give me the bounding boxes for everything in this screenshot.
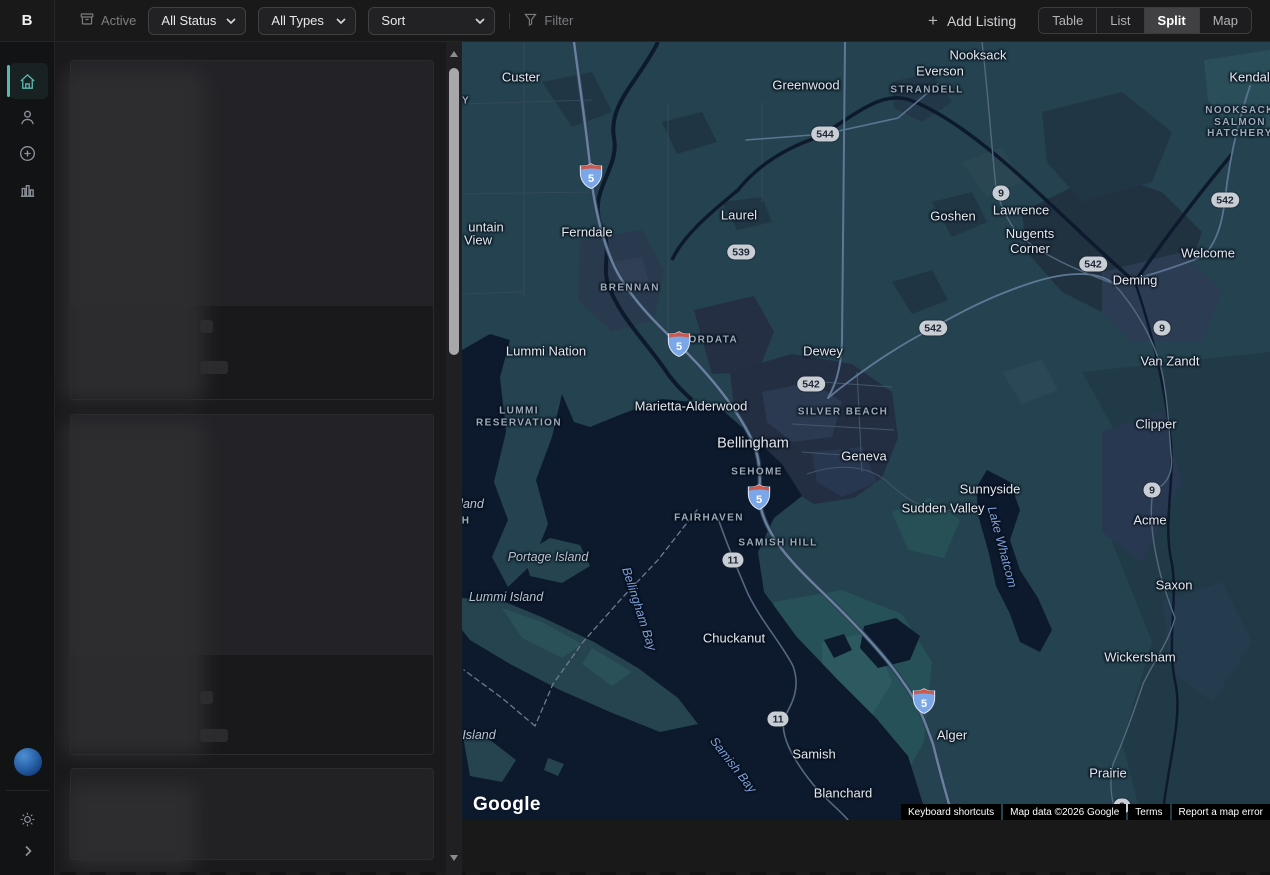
funnel-icon [524, 13, 537, 29]
map-attribution: Keyboard shortcutsMap data ©2026 GoogleT… [901, 804, 1270, 820]
svg-text:5: 5 [676, 341, 682, 353]
sidebar-divider [6, 790, 49, 791]
below-map-filler [462, 820, 1270, 875]
plus-icon: + [928, 12, 938, 29]
attribution-item[interactable]: Terms [1128, 804, 1169, 820]
type-filter[interactable]: All Types [259, 13, 352, 28]
type-filter-select[interactable]: All Types [258, 7, 356, 35]
sidebar-item-add[interactable] [0, 134, 55, 172]
app-logo[interactable]: B [0, 0, 55, 42]
add-listing-button[interactable]: + Add Listing [928, 12, 1016, 29]
svg-text:5: 5 [921, 698, 927, 710]
sun-icon [19, 811, 36, 828]
route-badge: 542 [1079, 257, 1107, 272]
home-icon [18, 72, 37, 91]
route-badge: 9 [1144, 483, 1161, 498]
person-icon [18, 108, 37, 127]
scroll-up-arrow[interactable] [450, 51, 458, 57]
view-mode-switcher: Table List Split Map [1038, 7, 1252, 34]
top-toolbar: B Active All Status All Types Sort [0, 0, 1270, 42]
scrollbar-thumb[interactable] [449, 68, 459, 355]
status-filter-select[interactable]: All Status [148, 7, 246, 35]
svg-text:5: 5 [756, 494, 762, 506]
blurred-listing-content [69, 784, 197, 870]
route-badge: 542 [919, 321, 947, 336]
blurred-listing-content [63, 70, 205, 402]
status-filter[interactable]: All Status [149, 13, 244, 28]
interstate-shield: 5 [747, 484, 772, 511]
toolbar-divider [509, 13, 510, 29]
sidebar-nav [0, 42, 55, 875]
interstate-shield: 5 [912, 688, 937, 715]
route-badge: 9 [1154, 321, 1171, 336]
theme-toggle-button[interactable] [0, 803, 55, 835]
blurred-listing-content [63, 420, 205, 756]
user-avatar[interactable] [14, 748, 42, 776]
route-badge: 539 [727, 245, 755, 260]
attribution-item: Map data ©2026 Google [1003, 804, 1126, 820]
add-listing-label: Add Listing [947, 13, 1016, 29]
sort-select[interactable]: Sort [368, 7, 495, 35]
interstate-shield: 5 [579, 163, 604, 190]
chevron-right-icon [21, 844, 35, 858]
filter-label: Filter [544, 13, 573, 28]
bar-chart-icon [18, 180, 37, 199]
view-list-button[interactable]: List [1097, 8, 1144, 33]
archive-icon [80, 12, 94, 29]
sidebar-item-contacts[interactable] [0, 98, 55, 136]
sidebar-expand-button[interactable] [0, 835, 55, 867]
active-filter-toggle[interactable]: Active [80, 12, 136, 29]
map-canvas[interactable]: CusterNooksackEversonGreenwoodKendallLau… [462, 42, 1270, 820]
filter-button[interactable]: Filter [524, 13, 573, 29]
active-filter-label: Active [101, 13, 136, 28]
sidebar-item-home[interactable] [0, 62, 55, 100]
svg-text:5: 5 [588, 173, 594, 185]
interstate-shield: 5 [667, 331, 692, 358]
sort-filter[interactable]: Sort [369, 13, 494, 28]
map-terrain [462, 42, 1270, 820]
attribution-item[interactable]: Report a map error [1172, 804, 1270, 820]
route-badge: 9 [993, 186, 1010, 201]
route-badge: 11 [722, 553, 743, 568]
route-badge: 542 [797, 377, 825, 392]
plus-circle-icon [18, 144, 37, 163]
google-logo: Google [473, 794, 541, 816]
sidebar-item-analytics[interactable] [0, 170, 55, 208]
listing-panel [55, 42, 446, 875]
view-table-button[interactable]: Table [1039, 8, 1097, 33]
scroll-down-arrow[interactable] [450, 855, 458, 861]
route-badge: 542 [1211, 193, 1239, 208]
route-badge: 544 [811, 127, 839, 142]
view-split-button[interactable]: Split [1145, 8, 1200, 33]
view-map-button[interactable]: Map [1200, 8, 1251, 33]
attribution-item[interactable]: Keyboard shortcuts [901, 804, 1001, 820]
panel-scrollbar[interactable] [446, 42, 462, 875]
route-badge: 11 [767, 712, 788, 727]
